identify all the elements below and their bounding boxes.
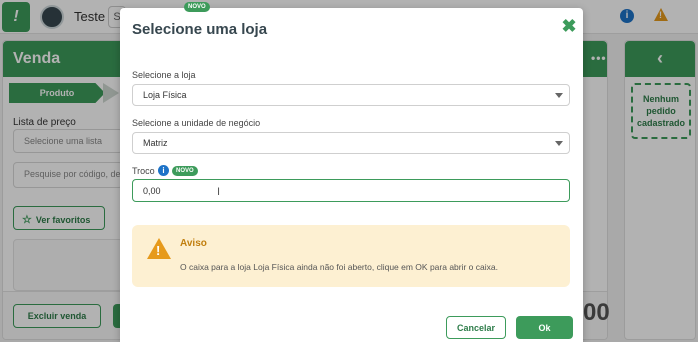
warning-icon: ! (147, 238, 171, 259)
alert-message: O caixa para a loja Loja Física ainda nã… (180, 262, 498, 272)
info-icon[interactable]: i (158, 165, 169, 176)
store-select-value: Loja Física (143, 90, 187, 100)
select-store-modal: NOVO Selecione uma loja ✖ Selecione a lo… (120, 2, 583, 342)
text-cursor-icon: I (217, 186, 221, 198)
new-badge: NOVO (184, 2, 210, 12)
close-icon[interactable]: ✖ (560, 17, 578, 35)
change-input[interactable] (132, 179, 570, 202)
ok-button[interactable]: Ok (516, 316, 573, 339)
business-unit-label: Selecione a unidade de negócio (132, 118, 261, 128)
chevron-down-icon (555, 93, 563, 98)
new-badge: NOVO (172, 166, 198, 176)
change-label: Troco (132, 166, 155, 176)
store-select[interactable]: Loja Física (132, 84, 570, 106)
store-label: Selecione a loja (132, 70, 196, 80)
business-unit-select-value: Matriz (143, 138, 168, 148)
alert-title: Aviso (180, 238, 207, 249)
warning-alert: ! Aviso O caixa para a loja Loja Física … (132, 225, 570, 287)
business-unit-select[interactable]: Matriz (132, 132, 570, 154)
modal-title: Selecione uma loja (132, 21, 268, 38)
chevron-down-icon (555, 141, 563, 146)
cancel-button[interactable]: Cancelar (446, 316, 506, 339)
